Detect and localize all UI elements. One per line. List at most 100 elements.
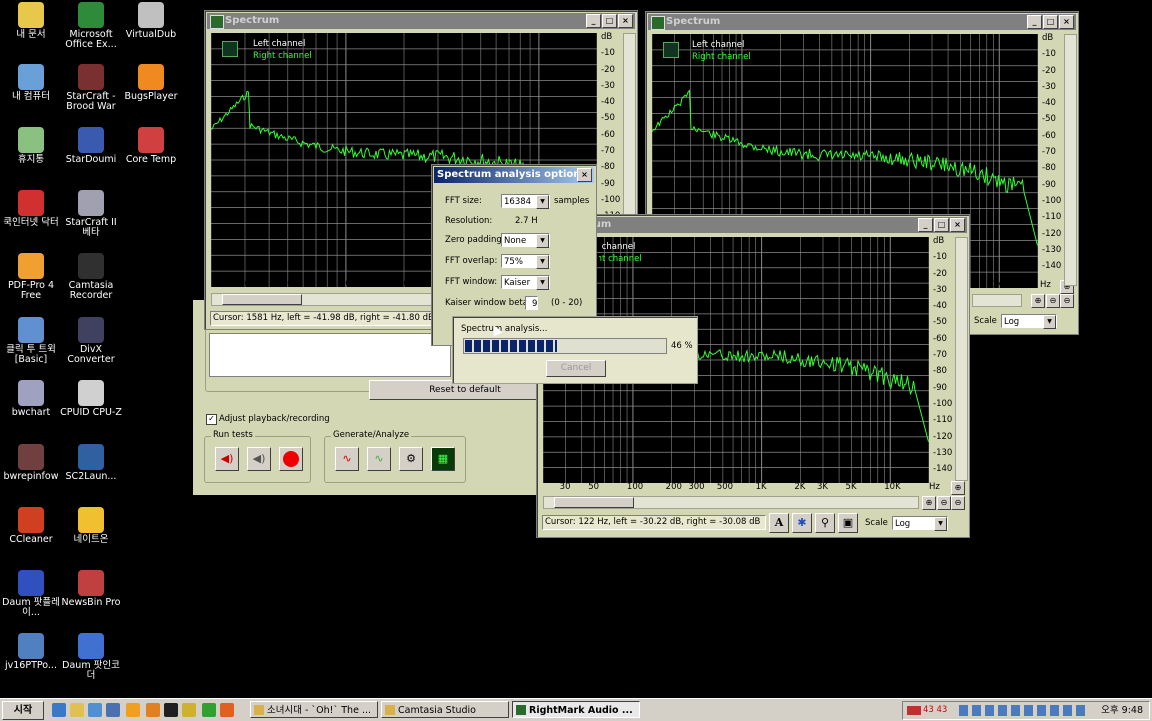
maximize-button[interactable]: □ bbox=[1043, 15, 1058, 29]
fft-size-select[interactable]: 16384 ▼ bbox=[501, 194, 550, 209]
close-button[interactable]: × bbox=[618, 14, 633, 28]
spectrum-left-titlebar[interactable]: Spectrum _ □ × bbox=[207, 13, 635, 29]
desktop-icon[interactable]: Camtasia Recorder bbox=[60, 253, 122, 301]
maximize-button[interactable]: □ bbox=[934, 218, 949, 232]
quicklaunch-folder-icon[interactable] bbox=[70, 703, 84, 717]
desktop-icon[interactable]: 네이트온 bbox=[60, 507, 122, 545]
tray-icons[interactable] bbox=[907, 706, 921, 715]
desktop-icon-label: bwrepinfow bbox=[3, 471, 59, 482]
desktop-icon[interactable]: BugsPlayer bbox=[120, 64, 182, 102]
scale-select[interactable]: Log ▼ bbox=[892, 516, 948, 531]
quicklaunch-mail-icon[interactable] bbox=[88, 703, 102, 717]
desktop-icon[interactable]: CPUID CPU-Z bbox=[60, 380, 122, 418]
options-titlebar[interactable]: Spectrum analysis options × bbox=[434, 167, 594, 183]
quicklaunch-app5-icon[interactable] bbox=[202, 703, 216, 717]
quicklaunch-app3-icon[interactable] bbox=[164, 703, 178, 717]
save-icon[interactable]: ▣ bbox=[838, 513, 858, 533]
minimize-button[interactable]: _ bbox=[586, 14, 601, 28]
desktop-icon[interactable]: Core Temp bbox=[120, 127, 182, 165]
record-button[interactable] bbox=[279, 447, 303, 471]
app-icon bbox=[78, 633, 104, 659]
quicklaunch-app-icon[interactable] bbox=[126, 703, 140, 717]
desktop-icon[interactable]: bwchart bbox=[0, 380, 62, 418]
fft-window-select[interactable]: Kaiser ▼ bbox=[501, 275, 550, 290]
close-button[interactable]: × bbox=[1059, 15, 1074, 29]
desktop-icon[interactable]: 쿡인터넷 닥터 bbox=[0, 190, 62, 228]
kaiser-input[interactable]: 9 bbox=[525, 296, 538, 310]
x-tick-label: 10K bbox=[884, 482, 901, 492]
hscroll-front[interactable] bbox=[543, 496, 919, 509]
desktop-icon[interactable]: 클릭 투 트윅 [Basic] bbox=[0, 317, 62, 365]
desktop-icon[interactable]: StarCraft II 베타 bbox=[60, 190, 122, 238]
desktop-icon[interactable]: StarDoumi bbox=[60, 127, 122, 165]
desktop-icon[interactable]: PDF-Pro 4 Free bbox=[0, 253, 62, 301]
quicklaunch-player-icon[interactable] bbox=[106, 703, 120, 717]
spectrum-app-icon bbox=[210, 15, 224, 29]
zoom-out-x-icon[interactable]: ⊖ bbox=[1046, 294, 1060, 308]
tray-icon-row[interactable] bbox=[959, 705, 1089, 716]
scale-select[interactable]: Log ▼ bbox=[1001, 314, 1057, 329]
generate-button[interactable]: ∿ bbox=[335, 447, 359, 471]
minimize-button[interactable]: _ bbox=[918, 218, 933, 232]
close-button[interactable]: × bbox=[950, 218, 965, 232]
minimize-button[interactable]: _ bbox=[1027, 15, 1042, 29]
desktop-icon[interactable]: NewsBin Pro bbox=[60, 570, 122, 608]
zoom-out-x-icon[interactable]: ⊖ bbox=[937, 496, 951, 510]
chevron-down-icon: ▼ bbox=[536, 195, 549, 209]
fft-overlap-select[interactable]: 75% ▼ bbox=[501, 254, 550, 269]
zoom-tool-icon[interactable]: ⚲ bbox=[815, 513, 835, 533]
quicklaunch-ie-icon[interactable] bbox=[52, 703, 66, 717]
cancel-button[interactable]: Cancel bbox=[546, 360, 606, 377]
task-rightmark[interactable]: RightMark Audio ... bbox=[512, 701, 640, 718]
hscroll-right[interactable] bbox=[972, 294, 1022, 307]
desktop-icon[interactable]: 내 컴퓨터 bbox=[0, 64, 62, 102]
spectrum-front-titlebar[interactable]: Spectrum _ □ × bbox=[539, 217, 967, 233]
desktop-icon[interactable]: bwrepinfow bbox=[0, 444, 62, 482]
quicklaunch-app2-icon[interactable] bbox=[146, 703, 160, 717]
adjust-checkbox[interactable]: ✓ bbox=[206, 414, 217, 425]
analyze-button[interactable]: ∿ bbox=[367, 447, 391, 471]
maximize-button[interactable]: □ bbox=[602, 14, 617, 28]
playback-button[interactable]: ◀) bbox=[247, 447, 271, 471]
refresh-icon[interactable]: ✱ bbox=[792, 513, 812, 533]
fft-size-value: 16384 bbox=[504, 197, 532, 207]
desktop-icon[interactable]: Daum 팟인코더 bbox=[60, 633, 122, 681]
tool-button[interactable]: ⚙ bbox=[399, 447, 423, 471]
quicklaunch-app6-icon[interactable] bbox=[220, 703, 234, 717]
zoom-in-x-icon[interactable]: ⊕ bbox=[1031, 294, 1045, 308]
desktop-icon[interactable]: Microsoft Office Ex... bbox=[60, 2, 122, 50]
desktop-icon[interactable]: VirtualDub bbox=[120, 2, 182, 40]
desktop-icon[interactable]: 휴지통 bbox=[0, 127, 62, 165]
desktop-icon[interactable]: CCleaner bbox=[0, 507, 62, 545]
progress-label: Spectrum analysis... bbox=[461, 324, 548, 334]
desktop-icon[interactable]: jv16PTPo... bbox=[0, 633, 62, 671]
task-camtasia[interactable]: Camtasia Studio bbox=[381, 701, 509, 718]
desktop-icon[interactable]: 내 문서 bbox=[0, 2, 62, 40]
desktop-icon-label: 네이트온 bbox=[73, 534, 109, 545]
spectrum-button[interactable]: ▦ bbox=[431, 447, 455, 471]
close-button[interactable]: × bbox=[577, 168, 592, 182]
x-tick-label: 30 bbox=[238, 279, 250, 289]
x-tick-label: 2K bbox=[794, 482, 806, 492]
zoom-in-x-icon[interactable]: ⊕ bbox=[922, 496, 936, 510]
task-sonyeosidae[interactable]: 소녀시대 - `Oh!` The ... bbox=[250, 701, 378, 718]
chevron-down-icon: ▼ bbox=[536, 276, 549, 290]
quicklaunch-app4-icon[interactable] bbox=[182, 703, 196, 717]
desktop-icon[interactable]: StarCraft - Brood War bbox=[60, 64, 122, 112]
zoom-fit-icon[interactable]: ⊖ bbox=[951, 496, 965, 510]
start-button[interactable]: 시작 bbox=[2, 701, 44, 720]
zero-padding-select[interactable]: None ▼ bbox=[501, 233, 550, 248]
spectrum-right-titlebar[interactable]: Spectrum _ □ × bbox=[648, 14, 1076, 30]
app-icon bbox=[78, 444, 104, 470]
vscroll-front[interactable] bbox=[955, 237, 968, 481]
zoom-y-icon[interactable]: ⊕ bbox=[951, 481, 965, 495]
zoom-fit-icon[interactable]: ⊖ bbox=[1060, 294, 1074, 308]
desktop-icon[interactable]: DivX Converter bbox=[60, 317, 122, 365]
vscroll-right[interactable] bbox=[1064, 34, 1077, 286]
desktop-icon[interactable]: SC2Laun... bbox=[60, 444, 122, 482]
desktop-icon[interactable]: Daum 팟플레이... bbox=[0, 570, 62, 618]
test-speaker-button[interactable]: ◀) bbox=[215, 447, 239, 471]
font-icon[interactable]: A bbox=[769, 513, 789, 533]
vscroll-left[interactable] bbox=[623, 33, 636, 215]
x-tick-label: 100 bbox=[339, 279, 357, 289]
